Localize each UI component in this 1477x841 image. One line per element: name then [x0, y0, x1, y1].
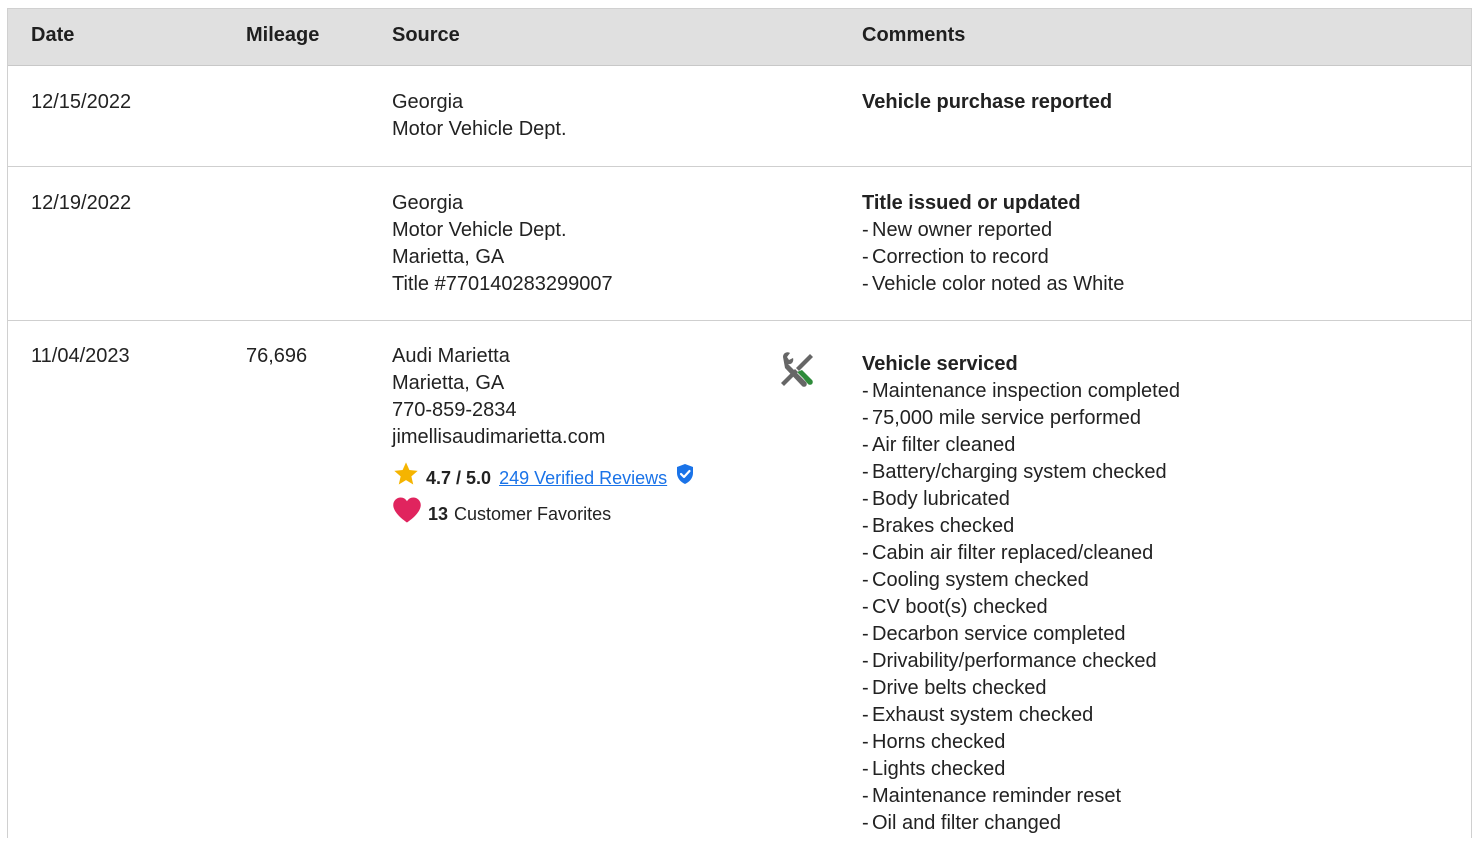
- table-header: Date Mileage Source Comments: [8, 9, 1471, 66]
- favorites-count: 13: [428, 503, 449, 524]
- row-comments: Vehicle purchase reported: [862, 89, 1112, 116]
- row-source: Audi Marietta Marietta, GA 770-859-2834 …: [392, 343, 701, 529]
- shield-check-icon: [675, 463, 695, 493]
- row-comments: Title issued or updated - New owner repor…: [862, 190, 1124, 298]
- comment-item: - Lights checked: [862, 758, 1006, 780]
- header-comments: Comments: [862, 24, 966, 46]
- source-line: jimellisaudimarietta.com: [392, 426, 606, 448]
- tools-icon: [777, 349, 817, 394]
- comment-item: - Air filter cleaned: [862, 434, 1016, 456]
- source-line: Marietta, GA: [392, 372, 505, 394]
- comment-title: Title issued or updated: [862, 192, 1081, 214]
- comment-item: - Drive belts checked: [862, 677, 1047, 699]
- source-line: Motor Vehicle Dept.: [392, 219, 567, 241]
- source-line: Title #770140283299007: [392, 273, 613, 295]
- row-date: 12/15/2022: [31, 91, 132, 113]
- comment-item: - Decarbon service completed: [862, 623, 1126, 645]
- row-date: 12/19/2022: [31, 192, 132, 214]
- source-line: Marietta, GA: [392, 246, 505, 268]
- table-row: 11/04/2023 76,696 Audi Marietta Marietta…: [8, 321, 1471, 841]
- comment-item: - Exhaust system checked: [862, 704, 1094, 726]
- comment-item: - Battery/charging system checked: [862, 461, 1167, 483]
- comment-item: - Cabin air filter replaced/cleaned: [862, 542, 1154, 564]
- comment-title: Vehicle serviced: [862, 353, 1018, 375]
- vehicle-history-table: Date Mileage Source Comments 12/15/2022 …: [7, 8, 1472, 838]
- verified-reviews-link[interactable]: 249 Verified Reviews: [499, 465, 667, 492]
- favorites-line: 13 Customer Favorites: [392, 496, 701, 532]
- comment-item: - Cooling system checked: [862, 569, 1089, 591]
- source-line: 770-859-2834: [392, 399, 517, 421]
- table-row: 12/15/2022 Georgia Motor Vehicle Dept. V…: [8, 66, 1471, 167]
- comment-item: - Vehicle color noted as White: [862, 273, 1125, 295]
- heart-icon: [392, 496, 422, 532]
- comment-item: - New owner reported: [862, 219, 1053, 241]
- row-source: Georgia Motor Vehicle Dept. Marietta, GA…: [392, 190, 613, 298]
- header-source: Source: [392, 24, 460, 46]
- star-icon: [392, 460, 420, 496]
- comment-item: -75,000 mile service performed: [862, 407, 1142, 429]
- comment-title: Vehicle purchase reported: [862, 91, 1113, 113]
- source-line: Audi Marietta: [392, 345, 510, 367]
- table-row: 12/19/2022 Georgia Motor Vehicle Dept. M…: [8, 167, 1471, 321]
- comment-item: - Maintenance reminder reset: [862, 785, 1122, 807]
- comment-item: - Correction to record: [862, 246, 1049, 268]
- comment-item: - CV boot(s) checked: [862, 596, 1048, 618]
- source-line: Motor Vehicle Dept.: [392, 118, 567, 140]
- rating-line: 4.7 / 5.0 249 Verified Reviews: [392, 460, 701, 496]
- comment-item: - Drivability/performance checked: [862, 650, 1157, 672]
- comment-item: - Maintenance inspection completed: [862, 380, 1180, 402]
- row-mileage: 76,696: [246, 345, 308, 367]
- source-line: Georgia: [392, 91, 464, 113]
- source-line: Georgia: [392, 192, 464, 214]
- comment-item: - Body lubricated: [862, 488, 1010, 510]
- row-source: Georgia Motor Vehicle Dept.: [392, 89, 567, 143]
- comment-item: - Oil and filter changed: [862, 812, 1062, 834]
- header-date: Date: [31, 24, 75, 46]
- favorites-label: Customer Favorites: [454, 503, 612, 524]
- row-date: 11/04/2023: [31, 345, 130, 367]
- header-mileage: Mileage: [246, 24, 320, 46]
- row-comments: Vehicle serviced - Maintenance inspection…: [862, 351, 1180, 837]
- comment-item: - Horns checked: [862, 731, 1006, 753]
- rating-value: 4.7 / 5.0: [426, 467, 492, 488]
- comment-item: - Brakes checked: [862, 515, 1015, 537]
